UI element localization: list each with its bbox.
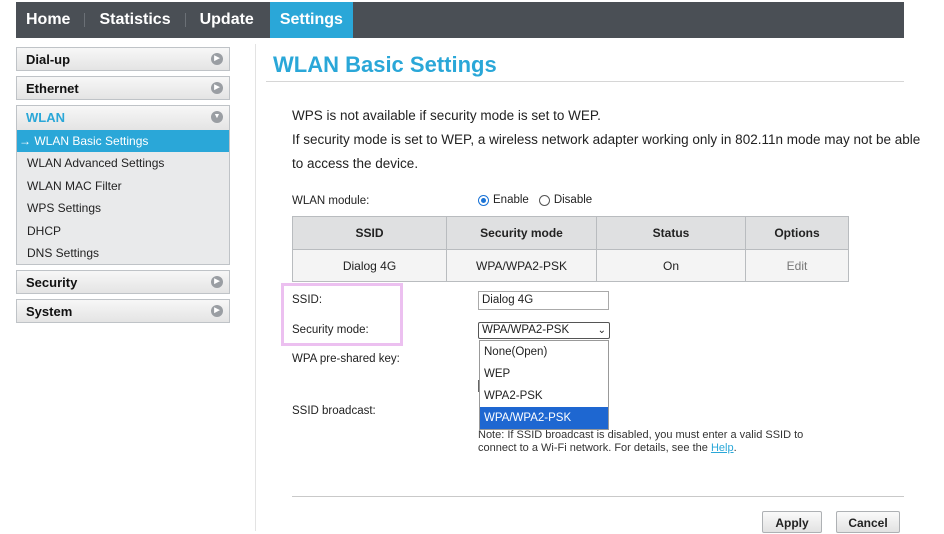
highlight-box bbox=[281, 283, 403, 346]
tab-statistics[interactable]: Statistics bbox=[89, 2, 180, 38]
cell-status: On bbox=[596, 249, 746, 282]
apply-button[interactable]: Apply bbox=[762, 511, 822, 533]
title-divider bbox=[266, 81, 904, 82]
ssid-broadcast-label: SSID broadcast: bbox=[292, 405, 376, 417]
option-wpa-wpa2-psk[interactable]: WPA/WPA2-PSK bbox=[480, 407, 608, 429]
chevron-down-icon: ⌄ bbox=[597, 325, 606, 336]
top-navigation: Home Statistics Update Settings bbox=[16, 2, 904, 38]
option-wpa2-psk[interactable]: WPA2-PSK bbox=[480, 385, 608, 407]
cell-security-mode: WPA/WPA2-PSK bbox=[446, 249, 597, 282]
chevron-down-icon: ▼ bbox=[211, 111, 223, 123]
sidebar-item-dialup[interactable]: Dial-up ▶ bbox=[16, 47, 230, 71]
wep-note: If security mode is set to WEP, a wirele… bbox=[292, 132, 921, 147]
column-header-status: Status bbox=[596, 216, 746, 250]
cell-ssid: Dialog 4G bbox=[292, 249, 447, 282]
help-link[interactable]: Help bbox=[711, 442, 734, 454]
sidebar-item-label: WLAN bbox=[26, 110, 65, 125]
ssid-label: SSID: bbox=[292, 294, 323, 306]
sidebar-item-wlan-mac-filter[interactable]: WLAN MAC Filter bbox=[17, 175, 229, 197]
wep-note-continued: to access the device. bbox=[292, 156, 419, 171]
sidebar-item-dhcp[interactable]: DHCP bbox=[17, 220, 229, 242]
sidebar-group-wlan: WLAN ▼ → WLAN Basic Settings WLAN Advanc… bbox=[16, 105, 230, 266]
chevron-right-icon: ▶ bbox=[211, 305, 223, 318]
sidebar-item-security[interactable]: Security ▶ bbox=[16, 270, 230, 295]
table-row: Dialog 4G WPA/WPA2-PSK On Edit bbox=[292, 249, 849, 282]
psk-label: WPA pre-shared key: bbox=[292, 353, 400, 365]
tab-settings[interactable]: Settings bbox=[269, 2, 353, 38]
column-header-options: Options bbox=[745, 216, 849, 250]
sidebar-item-wlan-basic-settings[interactable]: → WLAN Basic Settings bbox=[17, 130, 229, 153]
cancel-button[interactable]: Cancel bbox=[836, 511, 900, 533]
sidebar-item-wlan-advanced-settings[interactable]: WLAN Advanced Settings bbox=[17, 152, 229, 174]
tab-update[interactable]: Update bbox=[190, 2, 264, 38]
ssid-broadcast-help-note: Note: If SSID broadcast is disabled, you… bbox=[478, 429, 804, 454]
sidebar-divider bbox=[255, 44, 256, 531]
disable-radio[interactable] bbox=[538, 194, 550, 206]
option-none-open[interactable]: None(Open) bbox=[480, 341, 608, 363]
security-mode-selected-value: WPA/WPA2-PSK bbox=[482, 324, 570, 336]
sidebar-item-label: Security bbox=[26, 275, 78, 291]
column-header-ssid: SSID bbox=[292, 216, 447, 250]
page-title: WLAN Basic Settings bbox=[273, 52, 497, 77]
sidebar-item-ethernet[interactable]: Ethernet ▶ bbox=[16, 76, 230, 100]
security-mode-dropdown: None(Open) WEP WPA2-PSK WPA/WPA2-PSK bbox=[479, 340, 609, 430]
nav-divider bbox=[84, 13, 86, 27]
wlan-module-label: WLAN module: bbox=[292, 195, 370, 207]
sidebar-item-dns-settings[interactable]: DNS Settings bbox=[17, 242, 229, 264]
sidebar: Dial-up ▶ Ethernet ▶ WLAN ▼ → WLAN Basic… bbox=[16, 47, 230, 328]
footer-divider bbox=[292, 496, 904, 497]
edit-button[interactable]: Edit bbox=[745, 249, 849, 282]
enable-label: Enable bbox=[493, 194, 529, 206]
wps-note: WPS is not available if security mode is… bbox=[292, 108, 601, 123]
chevron-right-icon: ▶ bbox=[211, 53, 223, 65]
tab-home[interactable]: Home bbox=[16, 2, 80, 38]
wlan-module-radio-group: Enable Disable bbox=[478, 194, 592, 206]
sidebar-item-label: Dial-up bbox=[26, 52, 71, 67]
sidebar-item-label: System bbox=[26, 304, 73, 320]
security-mode-select[interactable]: WPA/WPA2-PSK ⌄ bbox=[478, 322, 610, 339]
sidebar-item-wps-settings[interactable]: WPS Settings bbox=[17, 197, 229, 219]
chevron-right-icon: ▶ bbox=[211, 82, 223, 94]
help-note-text: Note: If SSID broadcast is disabled, you… bbox=[478, 429, 804, 454]
option-wep[interactable]: WEP bbox=[480, 363, 608, 385]
sidebar-item-system[interactable]: System ▶ bbox=[16, 299, 230, 324]
ssid-table: SSID Security mode Status Options Dialog… bbox=[292, 216, 849, 282]
column-header-security-mode: Security mode bbox=[446, 216, 597, 250]
disable-label: Disable bbox=[553, 194, 593, 206]
security-mode-label: Security mode: bbox=[292, 324, 369, 336]
sidebar-item-wlan[interactable]: WLAN ▼ bbox=[17, 106, 229, 130]
ssid-input[interactable]: Dialog 4G bbox=[478, 291, 609, 310]
table-header-row: SSID Security mode Status Options bbox=[292, 216, 849, 250]
enable-radio[interactable] bbox=[478, 194, 489, 206]
sidebar-item-label: Ethernet bbox=[26, 81, 79, 96]
chevron-right-icon: ▶ bbox=[211, 276, 223, 289]
nav-divider bbox=[184, 13, 186, 27]
